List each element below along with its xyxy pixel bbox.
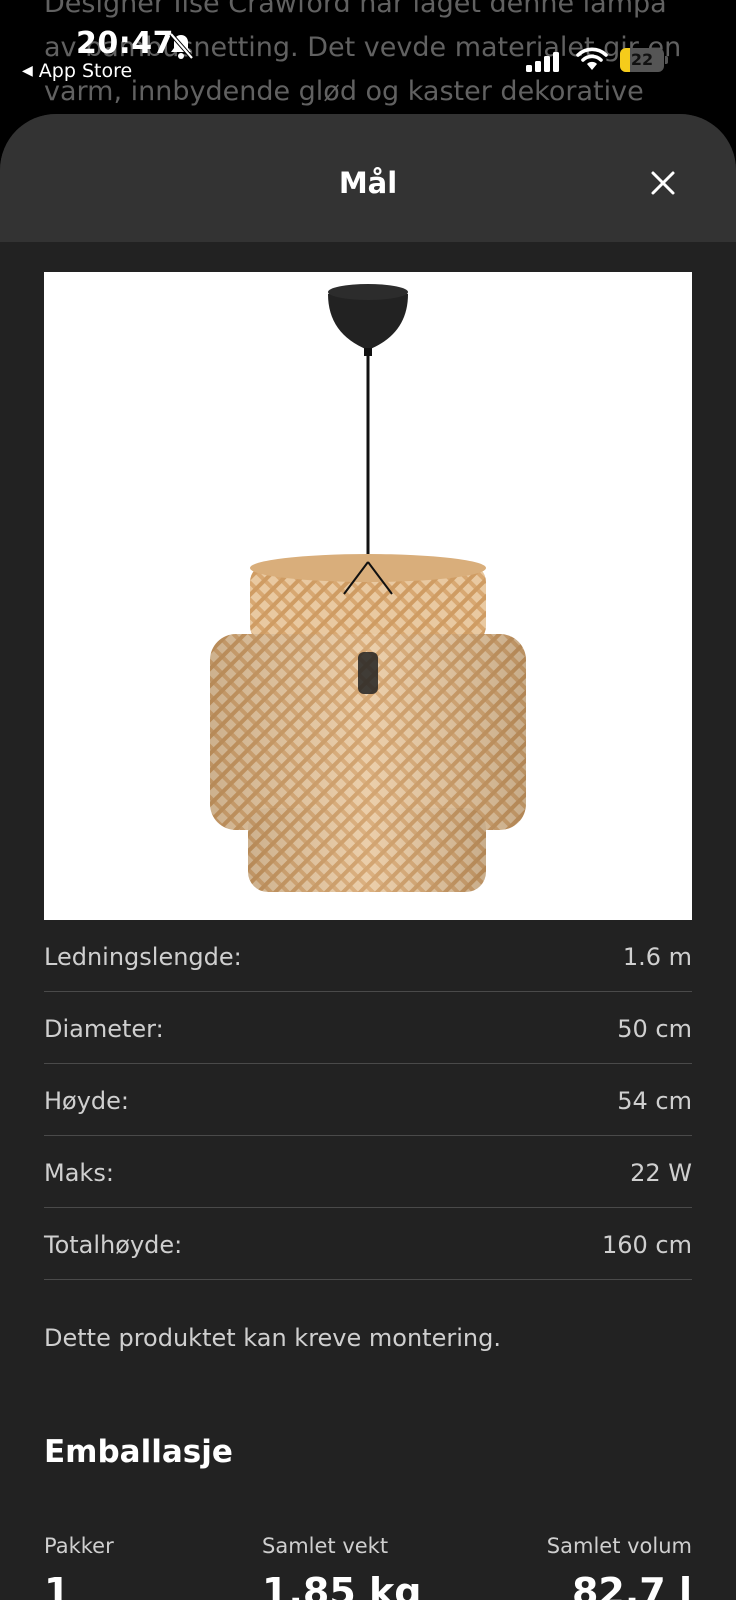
total-volume-label: Samlet volum: [546, 1534, 692, 1558]
back-link-label: App Store: [38, 60, 133, 82]
total-weight-value: 1.85 kg: [262, 1570, 422, 1600]
spec-label: Diameter:: [44, 1014, 164, 1043]
spec-label: Ledningslengde:: [44, 942, 242, 971]
bell-slash-icon: [169, 32, 194, 60]
dimension-spec-list: Ledningslengde: 1.6 m Diameter: 50 cm Hø…: [44, 920, 692, 1280]
close-icon: [651, 171, 675, 195]
packaging-heading: Emballasje: [44, 1434, 233, 1470]
spec-value: 50 cm: [617, 1014, 692, 1043]
cellular-signal-icon: [526, 52, 559, 72]
battery-indicator: 22: [620, 48, 668, 72]
spec-label: Høyde:: [44, 1086, 130, 1115]
total-volume-value: 82.7 l: [571, 1570, 692, 1600]
spec-row-max-wattage: Maks: 22 W: [44, 1136, 692, 1208]
pendant-lamp-illustration: [210, 284, 526, 892]
spec-label: Totalhøyde:: [44, 1230, 183, 1259]
spec-row-diameter: Diameter: 50 cm: [44, 992, 692, 1064]
spec-value: 22 W: [630, 1158, 692, 1187]
spec-value: 160 cm: [601, 1230, 692, 1259]
spec-row-cord-length: Ledningslengde: 1.6 m: [44, 920, 692, 992]
total-weight-label: Samlet vekt: [262, 1534, 389, 1558]
sheet-title: Mål: [338, 166, 398, 200]
battery-percent: 22: [630, 50, 654, 69]
spec-value: 1.6 m: [622, 942, 692, 971]
battery-nub: [665, 56, 668, 64]
sheet-header: Mål: [0, 114, 736, 242]
spec-label: Maks:: [44, 1158, 114, 1187]
spec-row-total-height: Totalhøyde: 160 cm: [44, 1208, 692, 1280]
dimensions-sheet: Mål Ledningslengde: 1.6 m Diameter: 50 c…: [0, 114, 736, 1600]
spec-value: 54 cm: [617, 1086, 692, 1115]
status-time: 20:47: [76, 26, 174, 61]
packages-value: 1: [44, 1570, 71, 1600]
product-image: [44, 272, 692, 920]
spec-row-height: Høyde: 54 cm: [44, 1064, 692, 1136]
back-to-app-store-link[interactable]: ◀ App Store: [22, 60, 132, 82]
wifi-icon: [576, 47, 608, 70]
assembly-note: Dette produktet kan kreve montering.: [44, 1324, 501, 1352]
close-button[interactable]: [644, 164, 682, 202]
packages-label: Pakker: [44, 1534, 114, 1558]
back-arrow-icon: ◀: [22, 63, 33, 79]
status-bar: 20:47 ◀ App Store 22: [0, 0, 736, 100]
